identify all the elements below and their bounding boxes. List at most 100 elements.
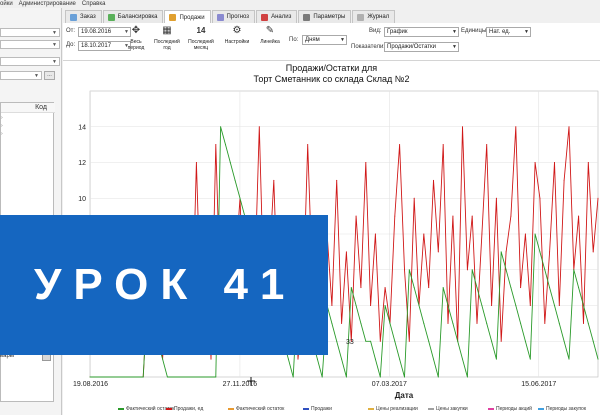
- data-point: [486, 144, 488, 146]
- data-point: [355, 215, 357, 217]
- legend-label: Цены закупки: [436, 406, 468, 412]
- gear-icon: ⚙: [232, 25, 242, 36]
- data-point: [234, 179, 236, 181]
- indicators-select[interactable]: Продажи/Остатки ▼: [384, 42, 459, 52]
- sidebar-filter-button[interactable]: …: [44, 71, 55, 80]
- chevron-down-icon: ▼: [52, 30, 57, 36]
- data-point: [331, 322, 333, 324]
- tab-forecast[interactable]: Прогноз: [211, 10, 256, 23]
- sidebar-combo-1[interactable]: ▼: [0, 28, 60, 37]
- data-point: [534, 162, 536, 163]
- data-point: [239, 197, 241, 199]
- legend-entry[interactable]: Периоды акций: [488, 406, 532, 412]
- data-point: [500, 340, 502, 342]
- data-point: [558, 305, 560, 306]
- data-point: [495, 197, 497, 199]
- data-point: [316, 358, 318, 360]
- ruler-button[interactable]: ✎ Линейка: [258, 25, 282, 45]
- legend-entry[interactable]: Цены реализации: [368, 406, 418, 412]
- calendar-month-icon: 14: [196, 26, 206, 35]
- chevron-down-icon: ▼: [452, 29, 457, 35]
- tab-order[interactable]: Заказ: [65, 10, 102, 23]
- sales-toolbar: От: 19.08.2016 ▼ До: 18.10.2017 ▼ ✥ Весь п…: [63, 23, 600, 61]
- data-point: [466, 269, 468, 271]
- sidebar-filter-input[interactable]: ▼: [0, 71, 42, 80]
- data-point: [350, 287, 352, 289]
- last-year-button[interactable]: ▦ Последний год: [152, 25, 182, 51]
- x-tick-label: 07.03.2017: [372, 381, 407, 388]
- tab-journal[interactable]: Журнал: [352, 10, 396, 23]
- data-point: [428, 340, 430, 342]
- data-point: [466, 376, 468, 378]
- legend-entry[interactable]: Фактический остаток: [228, 406, 284, 412]
- data-point: [549, 287, 551, 289]
- data-point: [462, 126, 463, 128]
- data-point: [181, 376, 183, 378]
- chart-legend: Фактический остаток Продажи, ед Фактически…: [118, 404, 598, 415]
- view-label: Вид:: [369, 28, 382, 34]
- data-point: [457, 340, 459, 342]
- data-point: [370, 305, 372, 306]
- legend-entry[interactable]: Периоды закупок: [538, 406, 586, 412]
- to-date-picker[interactable]: 18.10.2017 ▼: [78, 41, 131, 51]
- legend-entry[interactable]: Цены закупки: [428, 406, 468, 412]
- data-point: [544, 269, 546, 271]
- legend-swatch: [368, 408, 374, 410]
- last-month-button[interactable]: 14 Последний месяц: [186, 25, 216, 51]
- whole-period-button[interactable]: ✥ Весь период: [125, 25, 147, 51]
- data-point: [321, 376, 323, 378]
- data-point: [583, 322, 584, 324]
- y-tick-label: 12: [78, 160, 86, 167]
- data-point: [573, 269, 575, 271]
- column-header-code[interactable]: Код: [35, 104, 47, 111]
- data-point: [452, 322, 454, 324]
- view-select[interactable]: График ▼: [384, 27, 459, 37]
- tab-params[interactable]: Параметры: [298, 10, 352, 23]
- settings-button[interactable]: ⚙ Настройки: [223, 25, 251, 45]
- menu-item-settings[interactable]: ойки: [0, 0, 13, 8]
- data-point: [99, 376, 101, 378]
- data-point: [142, 376, 144, 378]
- from-label: От:: [66, 28, 76, 34]
- legend-entry[interactable]: Продажи: [303, 406, 332, 412]
- data-point: [195, 162, 197, 163]
- chevron-down-icon: ▼: [452, 44, 457, 50]
- tab-analysis[interactable]: Анализ: [256, 10, 298, 23]
- data-point: [287, 358, 289, 360]
- analysis-icon: [261, 13, 269, 21]
- data-point: [476, 322, 478, 324]
- data-point: [442, 144, 444, 146]
- chevron-down-icon: ▼: [340, 37, 345, 43]
- data-point: [360, 287, 362, 289]
- legend-swatch: [303, 408, 309, 410]
- data-point: [423, 322, 425, 324]
- data-point: [365, 340, 367, 342]
- calendar-year-icon: ▦: [162, 25, 172, 36]
- sidebar-combo-2[interactable]: ▼: [0, 40, 60, 49]
- data-point: [515, 126, 517, 128]
- menu-item-administration[interactable]: Администрирование: [19, 0, 76, 8]
- grouping-select[interactable]: Дням ▼: [302, 35, 347, 45]
- sidebar-combo-3[interactable]: ▼: [0, 57, 60, 66]
- x-tick-label: 27.11.2016: [223, 381, 258, 388]
- units-select[interactable]: Нат. ед. ▼: [486, 27, 531, 37]
- tab-sales[interactable]: Продажи: [164, 10, 211, 24]
- data-point: [452, 215, 454, 217]
- tab-balance[interactable]: Балансировка: [102, 10, 164, 23]
- product-list-header: Код: [1, 103, 55, 113]
- data-point: [360, 322, 362, 324]
- forecast-icon: [216, 13, 224, 21]
- legend-entry[interactable]: Продажи, ед: [166, 406, 203, 412]
- tab-label: Анализ: [271, 14, 292, 20]
- menu-item-help[interactable]: Справка: [82, 0, 106, 8]
- data-point: [568, 358, 570, 360]
- data-point: [186, 376, 188, 378]
- tab-label: Прогноз: [226, 14, 250, 20]
- data-point: [554, 305, 555, 306]
- chart-annotation: 33: [346, 339, 354, 346]
- data-point: [220, 126, 222, 128]
- data-point: [447, 322, 449, 324]
- data-point: [336, 179, 338, 181]
- data-point: [544, 322, 546, 324]
- from-date-picker[interactable]: 19.08.2016 ▼: [78, 27, 131, 37]
